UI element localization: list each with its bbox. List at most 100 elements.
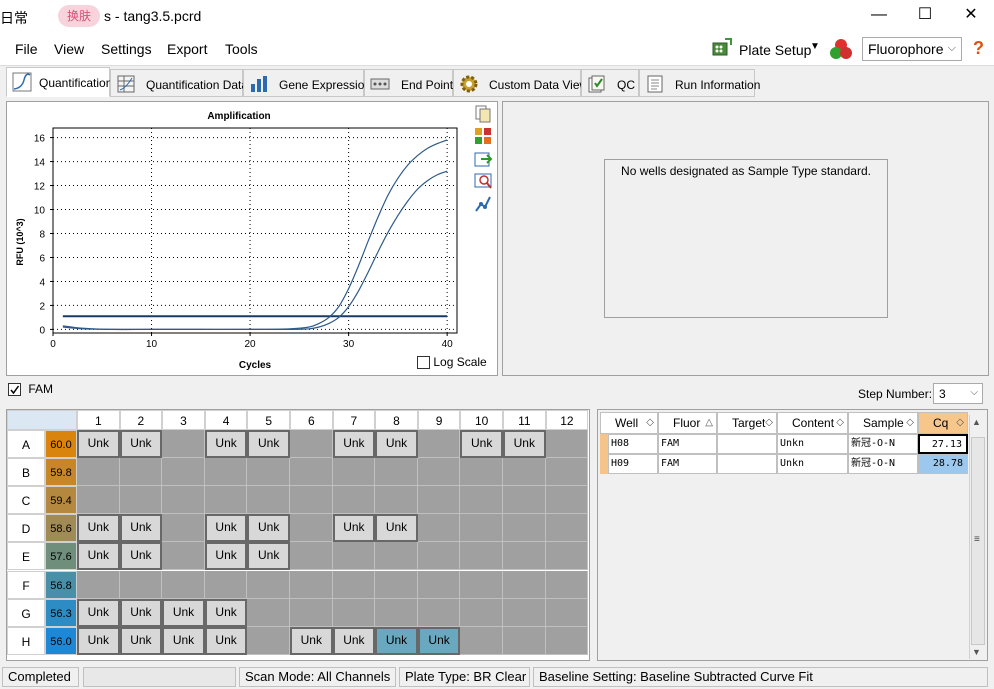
plate-well[interactable]: Unk [247, 430, 290, 459]
fam-filter[interactable]: FAM [8, 382, 53, 397]
result-cell[interactable]: H08 [608, 434, 658, 454]
export-chart-icon[interactable] [473, 149, 493, 169]
plate-well[interactable] [375, 486, 418, 515]
plate-well[interactable] [247, 458, 290, 487]
plate-well[interactable] [290, 542, 333, 571]
plate-well[interactable] [460, 542, 503, 571]
column-header-well[interactable]: Well ◇ [600, 412, 658, 434]
plate-well[interactable] [545, 626, 589, 655]
plate-well[interactable] [460, 458, 503, 487]
plate-well[interactable]: Unk [77, 542, 120, 571]
plate-column-header[interactable]: 2 [119, 410, 163, 430]
plate-well[interactable] [290, 570, 333, 599]
plate-row-header[interactable]: E [7, 542, 45, 571]
plate-column-header[interactable]: 10 [460, 410, 503, 430]
plate-well[interactable] [417, 514, 461, 543]
plate-well[interactable] [332, 458, 376, 487]
plate-well[interactable]: Unk [332, 430, 376, 459]
plate-well[interactable] [162, 542, 205, 571]
plate-well[interactable] [545, 570, 589, 599]
plate-well[interactable]: Unk [204, 542, 248, 571]
tab-qc[interactable]: QC [581, 69, 639, 97]
fam-checkbox[interactable] [8, 383, 21, 397]
plate-column-header[interactable]: 11 [503, 410, 546, 430]
plate-well[interactable]: Unk [119, 598, 163, 627]
menu-export[interactable]: Export [167, 41, 207, 57]
minimize-button[interactable]: — [856, 0, 902, 32]
result-cell[interactable]: Unkn [777, 434, 848, 454]
plate-well[interactable]: Unk [162, 598, 205, 627]
tab-custom-data-view[interactable]: Custom Data View [453, 69, 588, 97]
help-icon[interactable]: ? [973, 38, 984, 59]
tab-end-point[interactable]: End Point [364, 69, 453, 97]
plate-well[interactable] [247, 486, 290, 515]
plate-well[interactable] [247, 570, 290, 599]
plate-column-header[interactable]: 8 [375, 410, 418, 430]
plate-well[interactable] [375, 598, 418, 627]
column-header-sample[interactable]: Sample ◇ [848, 412, 918, 434]
skin-button[interactable]: 换肤 [58, 5, 100, 27]
plate-well[interactable] [290, 514, 333, 543]
plate-well[interactable]: Unk [119, 430, 163, 459]
plate-well[interactable] [417, 570, 461, 599]
plate-well[interactable]: Unk [162, 626, 205, 655]
plate-well[interactable] [460, 570, 503, 599]
result-cell[interactable]: 28.78 [918, 454, 968, 474]
plate-well[interactable] [545, 598, 589, 627]
plate-well[interactable] [417, 458, 461, 487]
plate-column-header[interactable]: 7 [332, 410, 376, 430]
plate-well[interactable]: Unk [204, 514, 248, 543]
plate-well[interactable] [290, 598, 333, 627]
plate-row-header[interactable]: B [7, 458, 45, 487]
plate-corner[interactable] [7, 410, 77, 430]
column-header-target[interactable]: Target ◇ [717, 412, 777, 434]
plate-column-header[interactable]: 5 [247, 410, 290, 430]
plate-well[interactable]: Unk [247, 514, 290, 543]
plate-column-header[interactable]: 12 [545, 410, 589, 430]
plate-well[interactable] [460, 514, 503, 543]
plate-well[interactable]: Unk [77, 598, 120, 627]
scroll-down-icon[interactable]: ▼ [972, 647, 981, 657]
plate-well[interactable] [503, 514, 546, 543]
fluorophore-select[interactable]: Fluorophore ⌵ [862, 37, 962, 61]
plate-well[interactable]: Unk [332, 514, 376, 543]
plate-well[interactable] [162, 486, 205, 515]
plate-well[interactable] [545, 514, 589, 543]
scroll-thumb[interactable]: ≡ [971, 437, 985, 645]
plate-well[interactable]: Unk [290, 626, 333, 655]
plate-column-header[interactable]: 3 [162, 410, 205, 430]
plate-well[interactable] [503, 458, 546, 487]
plate-column-header[interactable]: 4 [204, 410, 248, 430]
curve-style-icon[interactable] [473, 194, 493, 214]
plate-well[interactable] [162, 570, 205, 599]
copy-icon[interactable] [473, 104, 493, 124]
result-cell[interactable] [717, 434, 777, 454]
plate-well[interactable] [290, 458, 333, 487]
plate-well[interactable] [332, 570, 376, 599]
plate-well[interactable] [460, 598, 503, 627]
plate-well[interactable]: Unk [77, 514, 120, 543]
plate-well[interactable] [375, 542, 418, 571]
column-header-content[interactable]: Content ◇ [777, 412, 848, 434]
result-cell[interactable]: FAM [658, 434, 717, 454]
plate-well[interactable] [119, 570, 163, 599]
plate-column-header[interactable]: 9 [417, 410, 461, 430]
plate-column-header[interactable]: 6 [290, 410, 333, 430]
result-cell[interactable]: 新冠-O-N [848, 454, 918, 474]
plate-well[interactable] [375, 570, 418, 599]
plate-well[interactable]: Unk [204, 626, 248, 655]
plate-well[interactable] [119, 458, 163, 487]
plate-well[interactable] [417, 430, 461, 459]
plate-row-header[interactable]: H [7, 626, 45, 655]
plate-well[interactable]: Unk [332, 626, 376, 655]
plate-well[interactable]: Unk [503, 430, 546, 459]
tab-quantification-data[interactable]: Quantification Data [110, 69, 248, 97]
plate-well[interactable] [247, 598, 290, 627]
plate-well[interactable] [162, 514, 205, 543]
log-scale-toggle[interactable]: Log Scale [417, 355, 487, 370]
plate-well[interactable] [545, 486, 589, 515]
plate-well[interactable] [460, 486, 503, 515]
plate-well[interactable] [204, 486, 248, 515]
result-cell[interactable]: H09 [608, 454, 658, 474]
menu-tools[interactable]: Tools [225, 41, 258, 57]
